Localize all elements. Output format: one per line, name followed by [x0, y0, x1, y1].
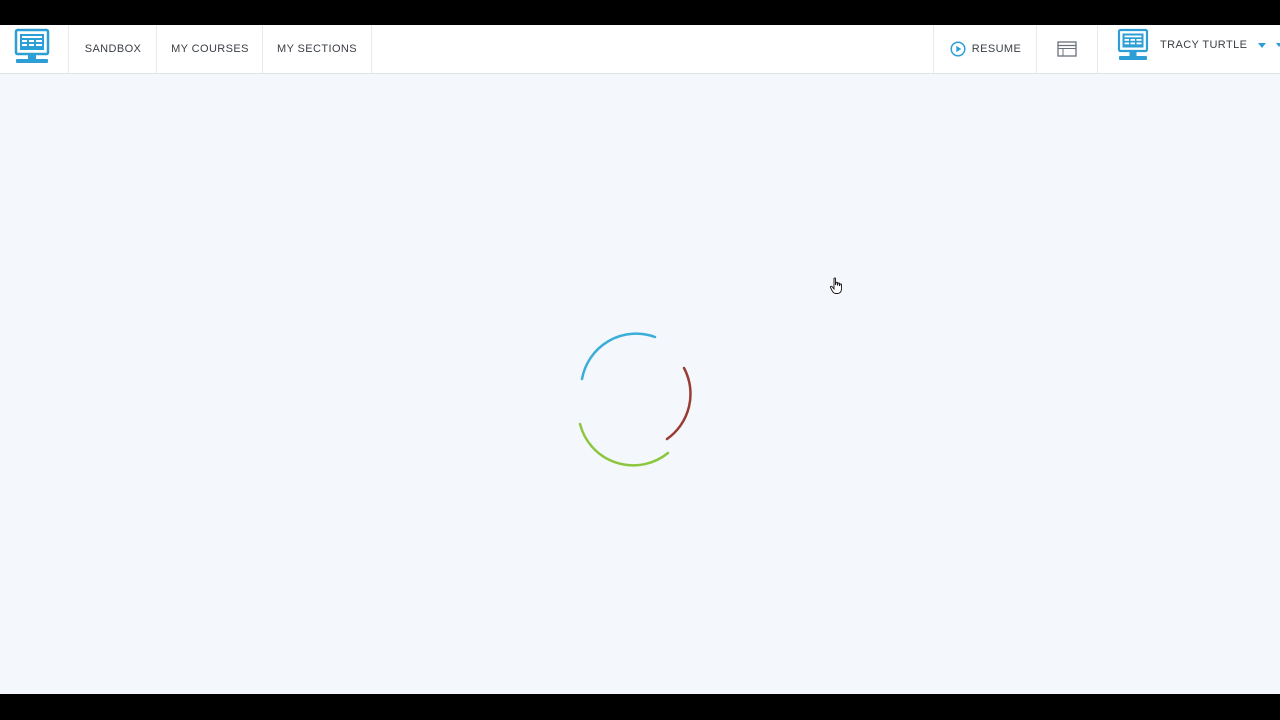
avatar [1117, 28, 1149, 60]
loading-spinner [578, 332, 692, 467]
video-letterbox-top [0, 0, 1280, 25]
nav-my-sections-label: MY SECTIONS [277, 43, 357, 55]
window-view-button[interactable] [1036, 25, 1098, 73]
resume-button[interactable]: RESUME [933, 25, 1037, 73]
browser-window-icon [1057, 41, 1077, 57]
user-name: TRACY TURTLE [1160, 39, 1248, 51]
hand-pointer-icon [829, 277, 842, 294]
nav-my-courses-label: MY COURSES [171, 43, 249, 55]
play-circle-icon [950, 41, 966, 57]
caret-down-icon [1276, 43, 1280, 47]
user-menu[interactable]: TRACY TURTLE [1098, 25, 1280, 73]
resume-label: RESUME [971, 43, 1022, 55]
caret-down-icon[interactable] [1258, 43, 1266, 48]
nav-sandbox-label: SANDBOX [84, 43, 142, 55]
nav-my-courses[interactable]: MY COURSES [156, 25, 263, 73]
nav-sandbox[interactable]: SANDBOX [68, 25, 157, 73]
app-window: SANDBOX MY COURSES MY SECTIONS RESUME TR… [0, 25, 1280, 694]
video-letterbox-bottom [0, 694, 1280, 720]
nav-my-sections[interactable]: MY SECTIONS [262, 25, 372, 73]
computer-monitor-icon[interactable] [14, 28, 50, 66]
top-navbar: SANDBOX MY COURSES MY SECTIONS RESUME TR… [0, 25, 1280, 74]
